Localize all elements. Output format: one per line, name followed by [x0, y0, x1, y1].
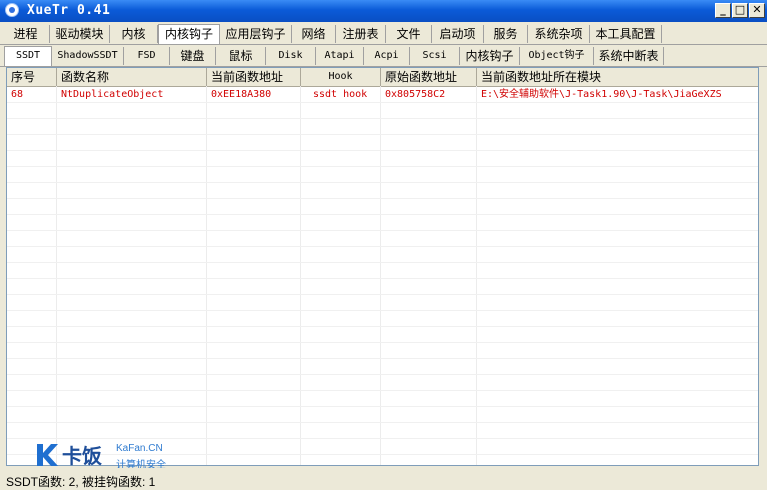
- row-gridline: [7, 246, 758, 247]
- row-gridline: [7, 326, 758, 327]
- row-gridline: [7, 422, 758, 423]
- row-gridline: [7, 310, 758, 311]
- minimize-button[interactable]: _: [715, 3, 731, 18]
- tab-config[interactable]: 本工具配置: [590, 25, 662, 43]
- row-gridline: [7, 134, 758, 135]
- grid-divider: [206, 86, 207, 465]
- cell-current-address: 0xEE18A380: [211, 89, 272, 100]
- tab-object-hooks[interactable]: Object钩子: [520, 47, 594, 65]
- watermark-brand-cn: 卡饭: [62, 446, 102, 468]
- column-original-address[interactable]: 原始函数地址: [381, 68, 477, 86]
- row-gridline: [7, 342, 758, 343]
- row-gridline: [7, 198, 758, 199]
- tab-user-hooks[interactable]: 应用层钩子: [220, 25, 292, 43]
- tab-disk[interactable]: Disk: [266, 47, 316, 65]
- status-text: SSDT函数: 2, 被挂钩函数: 1: [6, 475, 156, 489]
- row-gridline: [7, 214, 758, 215]
- grid-divider: [56, 86, 57, 465]
- tab-interrupt-table[interactable]: 系统中断表: [594, 47, 664, 65]
- close-button[interactable]: ✕: [749, 3, 765, 18]
- column-hook[interactable]: Hook: [301, 68, 381, 86]
- row-gridline: [7, 358, 758, 359]
- cell-module-path: E:\安全辅助软件\J-Task1.90\J-Task\JiaGeXZS: [481, 89, 722, 100]
- column-function-name[interactable]: 函数名称: [57, 68, 207, 86]
- tab-process[interactable]: 进程: [2, 25, 50, 43]
- tab-network[interactable]: 网络: [292, 25, 336, 43]
- app-icon[interactable]: [5, 3, 19, 17]
- row-gridline: [7, 406, 758, 407]
- row-gridline: [7, 230, 758, 231]
- kafan-watermark: 卡饭 KaFan.CN 计算机安全: [34, 440, 184, 471]
- grid-divider: [300, 86, 301, 465]
- row-gridline: [7, 262, 758, 263]
- tab-acpi[interactable]: Acpi: [364, 47, 410, 65]
- tab-fsd[interactable]: FSD: [124, 47, 170, 65]
- column-index[interactable]: 序号: [7, 68, 57, 86]
- column-current-address[interactable]: 当前函数地址: [207, 68, 301, 86]
- grid-divider: [380, 86, 381, 465]
- kafan-logo-icon: [37, 444, 58, 466]
- tab-registry[interactable]: 注册表: [336, 25, 386, 43]
- cell-index: 68: [11, 89, 24, 100]
- tab-kernel-hooks[interactable]: 内核钩子: [158, 24, 220, 44]
- tab-driver-modules[interactable]: 驱动模块: [50, 25, 110, 43]
- cell-function-name: NtDuplicateObject: [61, 89, 164, 100]
- cell-hook-type: ssdt hook: [313, 89, 368, 100]
- column-module[interactable]: 当前函数地址所在模块: [477, 68, 758, 86]
- tab-atapi[interactable]: Atapi: [316, 47, 364, 65]
- row-gridline: [7, 150, 758, 151]
- row-gridline: [7, 294, 758, 295]
- tab-misc[interactable]: 系统杂项: [528, 25, 590, 43]
- maximize-button[interactable]: □: [732, 3, 748, 18]
- tab-kernel[interactable]: 内核: [110, 25, 158, 43]
- window-title: XueTr 0.41: [27, 3, 111, 18]
- row-gridline: [7, 278, 758, 279]
- main-tab-bar: 进程 驱动模块 内核 内核钩子 应用层钩子 网络 注册表 文件 启动项 服务 系…: [0, 24, 767, 45]
- tab-keyboard[interactable]: 键盘: [170, 47, 216, 65]
- list-header: 序号 函数名称 当前函数地址 Hook 原始函数地址 当前函数地址所在模块: [7, 68, 758, 87]
- row-gridline: [7, 182, 758, 183]
- tab-kernel-hooks-sub[interactable]: 内核钩子: [460, 47, 520, 65]
- cell-original-address: 0x805758C2: [385, 89, 446, 100]
- sub-tab-bar: SSDT ShadowSSDT FSD 键盘 鼠标 Disk Atapi Acp…: [0, 46, 767, 67]
- tab-startup[interactable]: 启动项: [432, 25, 484, 43]
- tab-files[interactable]: 文件: [386, 25, 432, 43]
- hook-list[interactable]: 序号 函数名称 当前函数地址 Hook 原始函数地址 当前函数地址所在模块 68…: [6, 67, 759, 466]
- tab-mouse[interactable]: 鼠标: [216, 47, 266, 65]
- tab-services[interactable]: 服务: [484, 25, 528, 43]
- row-gridline: [7, 438, 758, 439]
- tab-scsi[interactable]: Scsi: [410, 47, 460, 65]
- tab-shadow-ssdt[interactable]: ShadowSSDT: [52, 47, 124, 65]
- status-bar: SSDT函数: 2, 被挂钩函数: 1: [0, 468, 767, 490]
- row-gridline: [7, 390, 758, 391]
- row-gridline: [7, 374, 758, 375]
- table-row[interactable]: 68 NtDuplicateObject 0xEE18A380 ssdt hoo…: [7, 87, 758, 103]
- grid-divider: [476, 86, 477, 465]
- title-bar: XueTr 0.41 _ □ ✕: [0, 0, 767, 22]
- watermark-brand-en: KaFan.CN: [116, 443, 163, 454]
- row-gridline: [7, 166, 758, 167]
- tab-ssdt[interactable]: SSDT: [4, 46, 52, 66]
- row-gridline: [7, 118, 758, 119]
